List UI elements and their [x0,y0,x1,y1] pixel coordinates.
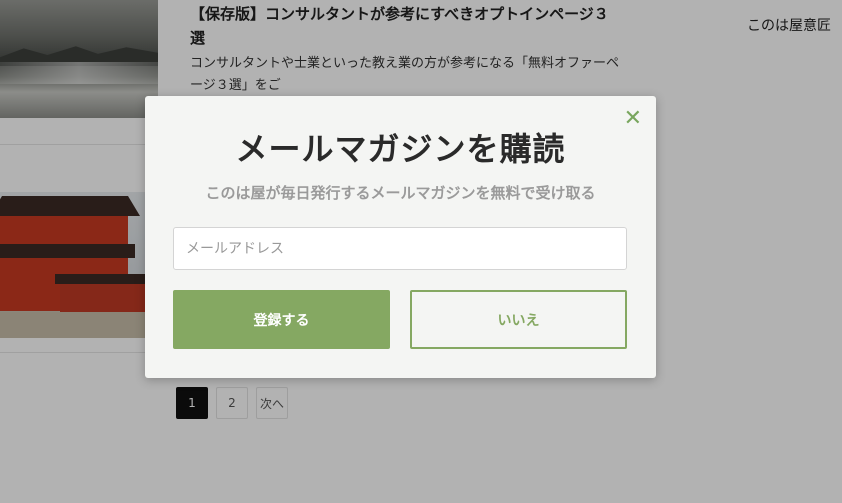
decline-button[interactable]: いいえ [410,290,627,349]
newsletter-modal: ✕ メールマガジンを購読 このは屋が毎日発行するメールマガジンを無料で受け取る … [145,96,656,378]
modal-subtitle: このは屋が毎日発行するメールマガジンを無料で受け取る [205,184,596,202]
subscribe-button[interactable]: 登録する [173,290,390,349]
email-input[interactable] [173,227,627,270]
modal-title: メールマガジンを購読 [235,130,566,168]
